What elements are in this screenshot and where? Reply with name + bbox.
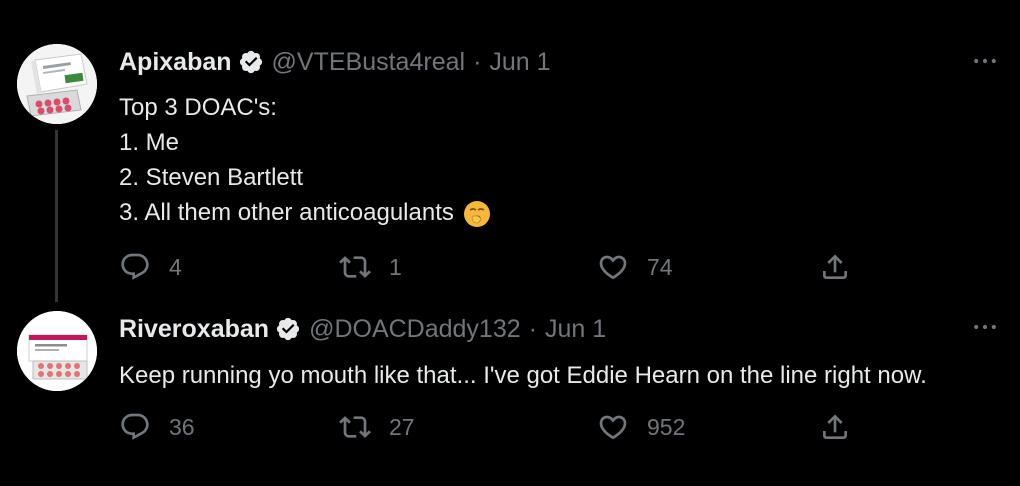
user-handle[interactable]: @VTEBusta4real bbox=[272, 48, 466, 77]
reply-count: 4 bbox=[169, 253, 182, 280]
tweet-header: Apixaban @VTEBusta4real · Jun 1 bbox=[119, 42, 551, 82]
heart-icon bbox=[599, 255, 627, 280]
tweet-apixaban[interactable]: Apixaban @VTEBusta4real · Jun 1 Top 3 DO… bbox=[0, 0, 1020, 302]
reply-icon bbox=[121, 253, 149, 280]
share-icon bbox=[823, 414, 847, 439]
reply-icon bbox=[121, 413, 149, 440]
more-dots-icon bbox=[974, 324, 996, 330]
like-count: 952 bbox=[647, 413, 686, 440]
user-handle[interactable]: @DOACDaddy132 bbox=[309, 315, 521, 344]
share-button[interactable] bbox=[819, 407, 851, 447]
verified-badge-icon bbox=[238, 49, 264, 75]
thread-connector-line bbox=[55, 130, 58, 302]
more-options-button[interactable] bbox=[970, 46, 1000, 76]
tweet-text-line: 1. Me bbox=[119, 129, 180, 156]
display-name[interactable]: Riveroxaban bbox=[119, 315, 269, 344]
tweet-text-line: 3. All them other anticoagulants bbox=[119, 199, 454, 226]
like-button[interactable]: 952 bbox=[597, 407, 685, 447]
tweet-header: Riveroxaban @DOACDaddy132 · Jun 1 bbox=[119, 309, 606, 349]
tweet-text-line: Keep running yo mouth like that... I've … bbox=[119, 362, 927, 389]
retweet-count: 27 bbox=[389, 413, 415, 440]
pill-box-image-icon bbox=[17, 311, 97, 391]
more-options-button[interactable] bbox=[970, 312, 1000, 342]
verified-badge-icon bbox=[275, 316, 301, 342]
avatar[interactable] bbox=[17, 44, 97, 124]
heart-icon bbox=[599, 415, 627, 440]
tweet-text-line: Top 3 DOAC's: bbox=[119, 94, 277, 121]
retweet-icon bbox=[339, 256, 371, 278]
reply-count: 36 bbox=[169, 413, 195, 440]
share-icon bbox=[823, 254, 847, 279]
display-name[interactable]: Apixaban bbox=[119, 48, 232, 77]
retweet-count: 1 bbox=[389, 253, 402, 280]
retweet-button[interactable]: 1 bbox=[339, 247, 402, 287]
tweet-actions: 4 1 74 bbox=[119, 247, 859, 287]
reply-button[interactable]: 36 bbox=[119, 407, 195, 447]
share-button[interactable] bbox=[819, 247, 851, 287]
tweet-text-line-with-emoji: 3. All them other anticoagulants bbox=[119, 195, 492, 230]
tweet-text: Top 3 DOAC's: 1. Me 2. Steven Bartlett 3… bbox=[119, 90, 492, 230]
like-count: 74 bbox=[647, 253, 673, 280]
tweet-date[interactable]: Jun 1 bbox=[545, 315, 606, 344]
avatar[interactable] bbox=[17, 311, 97, 391]
tweet-text: Keep running yo mouth like that... I've … bbox=[119, 358, 927, 393]
pill-box-image-icon bbox=[17, 44, 97, 124]
more-dots-icon bbox=[974, 58, 996, 64]
tweet-text-line: 2. Steven Bartlett bbox=[119, 164, 304, 191]
tweet-date[interactable]: Jun 1 bbox=[489, 48, 550, 77]
separator-dot: · bbox=[473, 47, 482, 76]
retweet-icon bbox=[339, 416, 371, 438]
separator-dot: · bbox=[528, 314, 537, 343]
yawning-face-emoji-icon bbox=[462, 199, 492, 229]
tweet-actions: 36 27 952 bbox=[119, 407, 859, 447]
reply-button[interactable]: 4 bbox=[119, 247, 182, 287]
tweet-riveroxaban[interactable]: Riveroxaban @DOACDaddy132 · Jun 1 Keep r… bbox=[0, 300, 1020, 486]
retweet-button[interactable]: 27 bbox=[339, 407, 415, 447]
like-button[interactable]: 74 bbox=[597, 247, 673, 287]
